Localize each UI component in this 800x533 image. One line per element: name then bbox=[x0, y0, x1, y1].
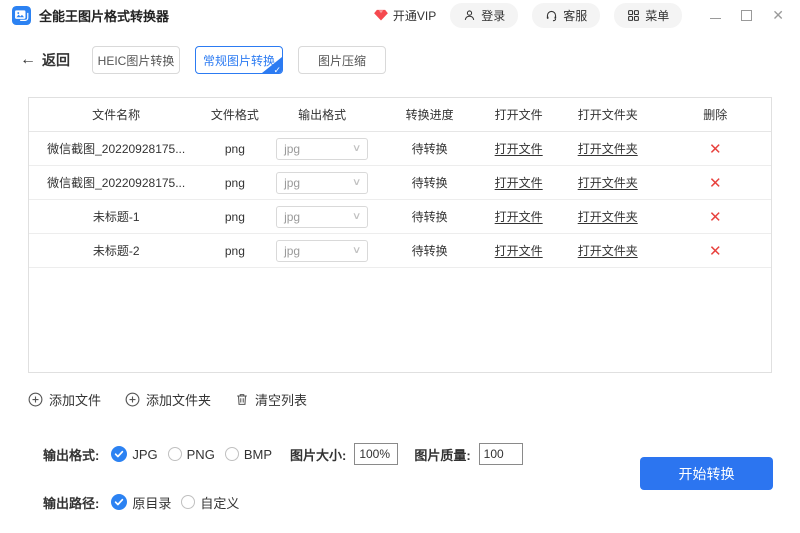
plus-circle-icon bbox=[28, 392, 43, 407]
radio-jpg[interactable]: JPG bbox=[111, 446, 157, 462]
quality-label: 图片质量: bbox=[414, 445, 470, 464]
quality-input[interactable] bbox=[479, 443, 523, 465]
plus-circle-icon bbox=[125, 392, 140, 407]
cell-file-name: 未标题-1 bbox=[29, 208, 203, 225]
open-folder-link[interactable]: 打开文件夹 bbox=[578, 142, 638, 156]
support-button[interactable]: 客服 bbox=[532, 3, 600, 28]
cell-file-name: 未标题-2 bbox=[29, 242, 203, 259]
output-format-select[interactable]: jpg∨ bbox=[276, 138, 368, 160]
cell-file-format: png bbox=[203, 244, 266, 258]
header-output-format: 输出格式 bbox=[266, 106, 377, 123]
radio-png[interactable]: PNG bbox=[168, 447, 215, 462]
output-path-row: 输出路径: 原目录 自定义 bbox=[43, 490, 800, 514]
table-header-row: 文件名称 文件格式 输出格式 转换进度 打开文件 打开文件夹 删除 bbox=[29, 98, 771, 132]
open-folder-link[interactable]: 打开文件夹 bbox=[578, 210, 638, 224]
header-file-format: 文件格式 bbox=[203, 106, 266, 123]
open-file-link[interactable]: 打开文件 bbox=[495, 244, 543, 258]
app-title: 全能王图片格式转换器 bbox=[39, 6, 169, 25]
open-file-link[interactable]: 打开文件 bbox=[495, 210, 543, 224]
clear-list-button[interactable]: 清空列表 bbox=[235, 390, 307, 409]
back-button[interactable]: ← 返回 bbox=[20, 50, 70, 70]
output-format-select[interactable]: jpg∨ bbox=[276, 240, 368, 262]
minimize-button[interactable] bbox=[710, 17, 721, 19]
table-row: 未标题-1 png jpg∨ 待转换 打开文件 打开文件夹 ✕ bbox=[29, 200, 771, 234]
tab-compress[interactable]: 图片压缩 bbox=[298, 46, 386, 74]
delete-icon[interactable]: ✕ bbox=[709, 141, 722, 158]
cell-file-name: 微信截图_20220928175... bbox=[29, 140, 203, 157]
open-file-link[interactable]: 打开文件 bbox=[495, 142, 543, 156]
cell-status: 待转换 bbox=[378, 140, 482, 157]
delete-icon[interactable]: ✕ bbox=[709, 209, 722, 226]
header-open-file: 打开文件 bbox=[482, 106, 556, 123]
header-progress: 转换进度 bbox=[378, 106, 482, 123]
vip-button[interactable]: 开通VIP bbox=[374, 7, 436, 24]
file-table: 文件名称 文件格式 输出格式 转换进度 打开文件 打开文件夹 删除 微信截图_2… bbox=[28, 97, 772, 373]
headset-icon bbox=[545, 9, 558, 22]
app-logo-icon bbox=[12, 6, 31, 25]
tab-heic-convert[interactable]: HEIC图片转换 bbox=[92, 46, 180, 74]
check-circle-icon bbox=[111, 446, 127, 462]
cell-status: 待转换 bbox=[378, 174, 482, 191]
open-folder-link[interactable]: 打开文件夹 bbox=[578, 244, 638, 258]
delete-icon[interactable]: ✕ bbox=[709, 175, 722, 192]
output-format-select[interactable]: jpg∨ bbox=[276, 206, 368, 228]
header-delete: 删除 bbox=[660, 106, 771, 123]
size-input[interactable] bbox=[354, 443, 398, 465]
open-folder-link[interactable]: 打开文件夹 bbox=[578, 176, 638, 190]
radio-circle-icon bbox=[168, 447, 182, 461]
header-file-name: 文件名称 bbox=[29, 106, 203, 123]
back-arrow-icon: ← bbox=[20, 52, 36, 68]
start-convert-button[interactable]: 开始转换 bbox=[640, 457, 773, 490]
header-open-folder: 打开文件夹 bbox=[556, 106, 660, 123]
cell-file-format: png bbox=[203, 210, 266, 224]
chevron-down-icon: ∨ bbox=[352, 245, 362, 256]
chevron-down-icon: ∨ bbox=[352, 143, 362, 154]
output-format-label: 输出格式: bbox=[43, 445, 99, 464]
table-row: 未标题-2 png jpg∨ 待转换 打开文件 打开文件夹 ✕ bbox=[29, 234, 771, 268]
radio-custom-dir[interactable]: 自定义 bbox=[181, 493, 239, 512]
cell-file-format: png bbox=[203, 142, 266, 156]
size-label: 图片大小: bbox=[290, 445, 346, 464]
tab-regular-convert[interactable]: 常规图片转换 ✓ bbox=[195, 46, 283, 74]
radio-bmp[interactable]: BMP bbox=[225, 447, 272, 462]
add-file-button[interactable]: 添加文件 bbox=[28, 390, 101, 409]
menu-button[interactable]: 菜单 bbox=[614, 3, 682, 28]
cell-status: 待转换 bbox=[378, 242, 482, 259]
maximize-button[interactable] bbox=[741, 10, 752, 21]
chevron-down-icon: ∨ bbox=[352, 211, 362, 222]
table-row: 微信截图_20220928175... png jpg∨ 待转换 打开文件 打开… bbox=[29, 166, 771, 200]
check-circle-icon bbox=[111, 494, 127, 510]
tab-check-icon: ✓ bbox=[273, 66, 281, 74]
titlebar: 全能王图片格式转换器 开通VIP 登录 bbox=[0, 0, 800, 30]
delete-icon[interactable]: ✕ bbox=[709, 243, 722, 260]
person-icon bbox=[463, 9, 476, 22]
chevron-down-icon: ∨ bbox=[352, 177, 362, 188]
login-button[interactable]: 登录 bbox=[450, 3, 518, 28]
close-button[interactable]: ✕ bbox=[772, 8, 784, 22]
radio-original-dir[interactable]: 原目录 bbox=[111, 493, 171, 512]
radio-circle-icon bbox=[225, 447, 239, 461]
cell-file-name: 微信截图_20220928175... bbox=[29, 174, 203, 191]
grid-icon bbox=[627, 9, 640, 22]
nav-bar: ← 返回 HEIC图片转换 常规图片转换 ✓ 图片压缩 bbox=[20, 46, 800, 74]
cell-status: 待转换 bbox=[378, 208, 482, 225]
table-row: 微信截图_20220928175... png jpg∨ 待转换 打开文件 打开… bbox=[29, 132, 771, 166]
add-folder-button[interactable]: 添加文件夹 bbox=[125, 390, 211, 409]
trash-icon bbox=[235, 392, 249, 407]
cell-file-format: png bbox=[203, 176, 266, 190]
radio-circle-icon bbox=[181, 495, 195, 509]
output-format-select[interactable]: jpg∨ bbox=[276, 172, 368, 194]
open-file-link[interactable]: 打开文件 bbox=[495, 176, 543, 190]
diamond-icon bbox=[374, 9, 388, 21]
list-actions: 添加文件 添加文件夹 清空列表 bbox=[28, 390, 800, 409]
output-path-label: 输出路径: bbox=[43, 493, 99, 512]
